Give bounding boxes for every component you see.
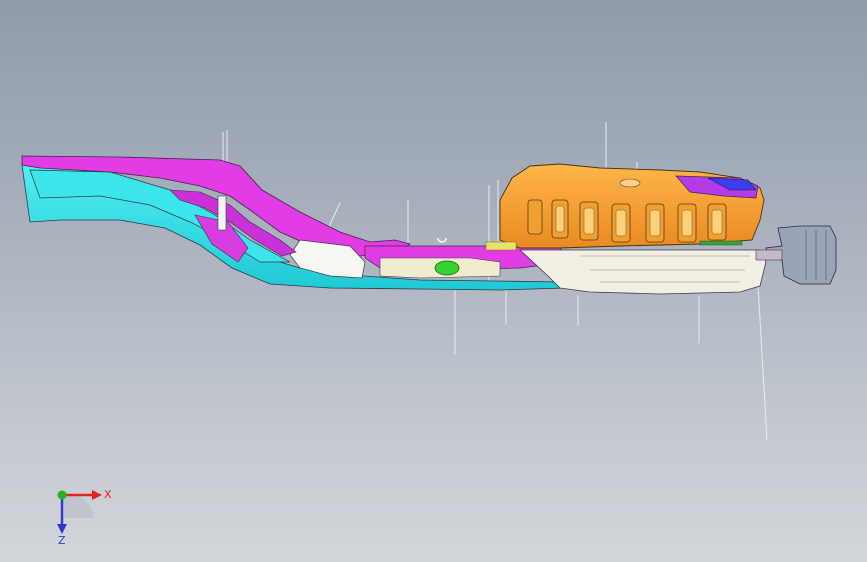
triad-shadow-arc <box>62 494 94 518</box>
cad-model-scene[interactable] <box>0 0 867 562</box>
graphics-viewport[interactable]: X Z <box>0 0 867 562</box>
x-axis-label: X <box>104 488 112 501</box>
green-component[interactable] <box>434 260 460 276</box>
white-clip <box>437 237 447 243</box>
y-axis-dot-icon <box>57 490 67 500</box>
x-axis-arrowhead-icon <box>92 490 102 500</box>
green-edge-strip <box>699 240 743 246</box>
coordinate-triad: X Z <box>57 488 112 547</box>
connector-pin <box>755 249 783 261</box>
orange-top-boss <box>619 178 641 188</box>
yellow-bracket <box>485 241 517 251</box>
z-axis-label: Z <box>58 534 66 547</box>
z-axis-arrowhead-icon <box>57 524 67 534</box>
white-post <box>217 195 227 231</box>
